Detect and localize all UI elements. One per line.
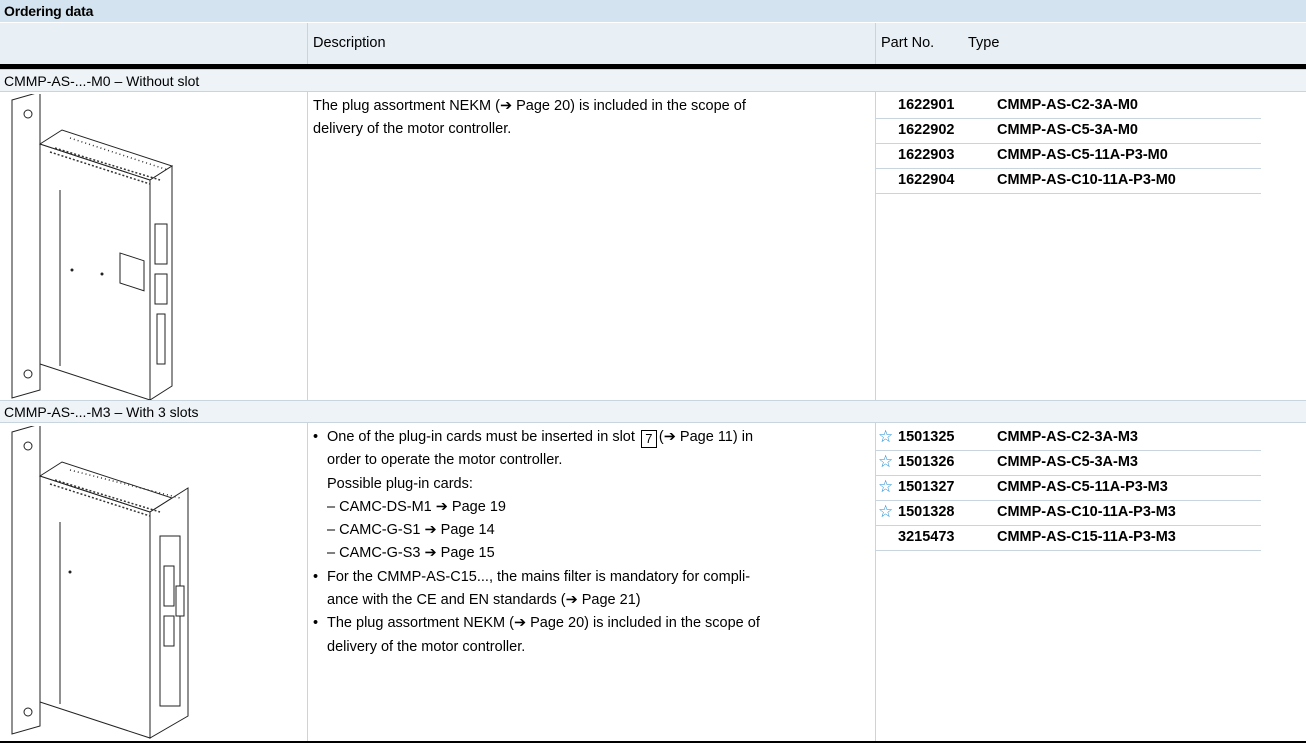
part-row: ☆ 1501328 CMMP-AS-C10-11A-P3-M3 — [875, 501, 1261, 526]
part-row: 3215473 CMMP-AS-C15-11A-P3-M3 — [875, 526, 1261, 551]
slot-number: 7 — [640, 430, 657, 448]
divider — [307, 23, 308, 64]
table-title-bar: Ordering data — [0, 0, 1306, 22]
bullet-line: ance with the CE and EN standards (➔ Pag… — [327, 592, 641, 609]
bullet-mark: • — [313, 568, 319, 585]
star-icon: ☆ — [878, 452, 894, 471]
divider — [875, 23, 876, 64]
part-type: CMMP-AS-C10-11A-P3-M0 — [997, 172, 1176, 188]
bullet-mark: • — [313, 429, 319, 445]
part-number: 1501325 — [898, 429, 955, 445]
section-label: CMMP-AS-...-M3 – With 3 slots — [4, 404, 199, 420]
table-title: Ordering data — [4, 3, 94, 19]
part-type: CMMP-AS-C5-11A-P3-M3 — [997, 479, 1168, 495]
header-description: Description — [313, 35, 386, 51]
bullet-line: order to operate the motor controller. — [327, 452, 563, 469]
desc-line: delivery of the motor controller. — [313, 121, 512, 138]
column-header-row: Description Part No. Type — [0, 23, 1306, 69]
part-number: 1501326 — [898, 454, 955, 470]
section-header-m3: CMMP-AS-...-M3 – With 3 slots — [0, 400, 1306, 423]
parts-list-m3: ☆ 1501325 CMMP-AS-C2-3A-M3 ☆ 1501326 CMM… — [875, 426, 1261, 551]
parts-list-m0: 1622901 CMMP-AS-C2-3A-M0 1622902 CMMP-AS… — [875, 94, 1261, 194]
desc-line: The plug assortment NEKM (➔ Page 20) is … — [313, 98, 746, 114]
part-row: 1622901 CMMP-AS-C2-3A-M0 — [875, 94, 1261, 119]
text: One of the plug-in cards must be inserte… — [327, 429, 635, 445]
star-icon: ☆ — [878, 502, 894, 521]
part-number: 1622902 — [898, 122, 955, 138]
bullet-line: delivery of the motor controller. — [327, 638, 526, 655]
part-row: 1622904 CMMP-AS-C10-11A-P3-M0 — [875, 169, 1261, 194]
part-row: ☆ 1501325 CMMP-AS-C2-3A-M3 — [875, 426, 1261, 451]
part-row: 1622902 CMMP-AS-C5-3A-M0 — [875, 119, 1261, 144]
part-number: 1622901 — [898, 97, 955, 113]
part-type: CMMP-AS-C5-3A-M0 — [997, 122, 1138, 138]
bullet-mark: • — [313, 615, 319, 632]
part-type: CMMP-AS-C15-11A-P3-M3 — [997, 529, 1176, 545]
bullet-item: • For the CMMP-AS-C15..., the mains filt… — [313, 566, 760, 589]
star-icon: ☆ — [878, 477, 894, 496]
header-part-no: Part No. — [881, 35, 935, 51]
part-type: CMMP-AS-C5-3A-M3 — [997, 454, 1138, 470]
part-number: 1622904 — [898, 172, 955, 188]
text: (➔ Page 11) in — [658, 429, 754, 445]
part-number: 1501328 — [898, 504, 955, 520]
motor-controller-m0-image — [11, 94, 174, 400]
description-m0: The plug assortment NEKM (➔ Page 20) is … — [313, 95, 746, 142]
bullet-text: For the CMMP-AS-C15..., the mains filter… — [327, 568, 751, 585]
table-bottom-rule — [0, 741, 1306, 743]
bullet-item: • The plug assortment NEKM (➔ Page 20) i… — [313, 612, 760, 635]
header-type: Type — [968, 35, 1000, 51]
part-type: CMMP-AS-C5-11A-P3-M0 — [997, 147, 1168, 163]
part-row: ☆ 1501327 CMMP-AS-C5-11A-P3-M3 — [875, 476, 1261, 501]
section-label: CMMP-AS-...-M0 – Without slot — [4, 73, 200, 89]
bullet-line: Possible plug-in cards: — [327, 475, 473, 492]
part-number: 3215473 — [898, 529, 955, 545]
part-number: 1501327 — [898, 479, 955, 495]
divider — [307, 423, 308, 741]
bullet-text: One of the plug-in cards must be inserte… — [327, 426, 753, 449]
bullet-text: The plug assortment NEKM (➔ Page 20) is … — [327, 615, 760, 632]
part-type: CMMP-AS-C10-11A-P3-M3 — [997, 504, 1176, 520]
part-row: ☆ 1501326 CMMP-AS-C5-3A-M3 — [875, 451, 1261, 476]
bullet-item: • One of the plug-in cards must be inser… — [313, 426, 760, 449]
motor-controller-m3-image — [11, 426, 189, 739]
description-m3: • One of the plug-in cards must be inser… — [313, 426, 760, 659]
part-type: CMMP-AS-C2-3A-M3 — [997, 429, 1138, 445]
part-type: CMMP-AS-C2-3A-M0 — [997, 97, 1138, 113]
section-header-m0: CMMP-AS-...-M0 – Without slot — [0, 69, 1306, 92]
card-item: – CAMC-G-S1 ➔ Page 14 — [327, 522, 495, 539]
card-item: – CAMC-G-S3 ➔ Page 15 — [327, 545, 495, 562]
card-item: – CAMC-DS-M1 ➔ Page 19 — [327, 498, 506, 515]
divider — [307, 92, 308, 401]
part-number: 1622903 — [898, 147, 955, 163]
star-icon: ☆ — [878, 427, 894, 446]
part-row: 1622903 CMMP-AS-C5-11A-P3-M0 — [875, 144, 1261, 169]
